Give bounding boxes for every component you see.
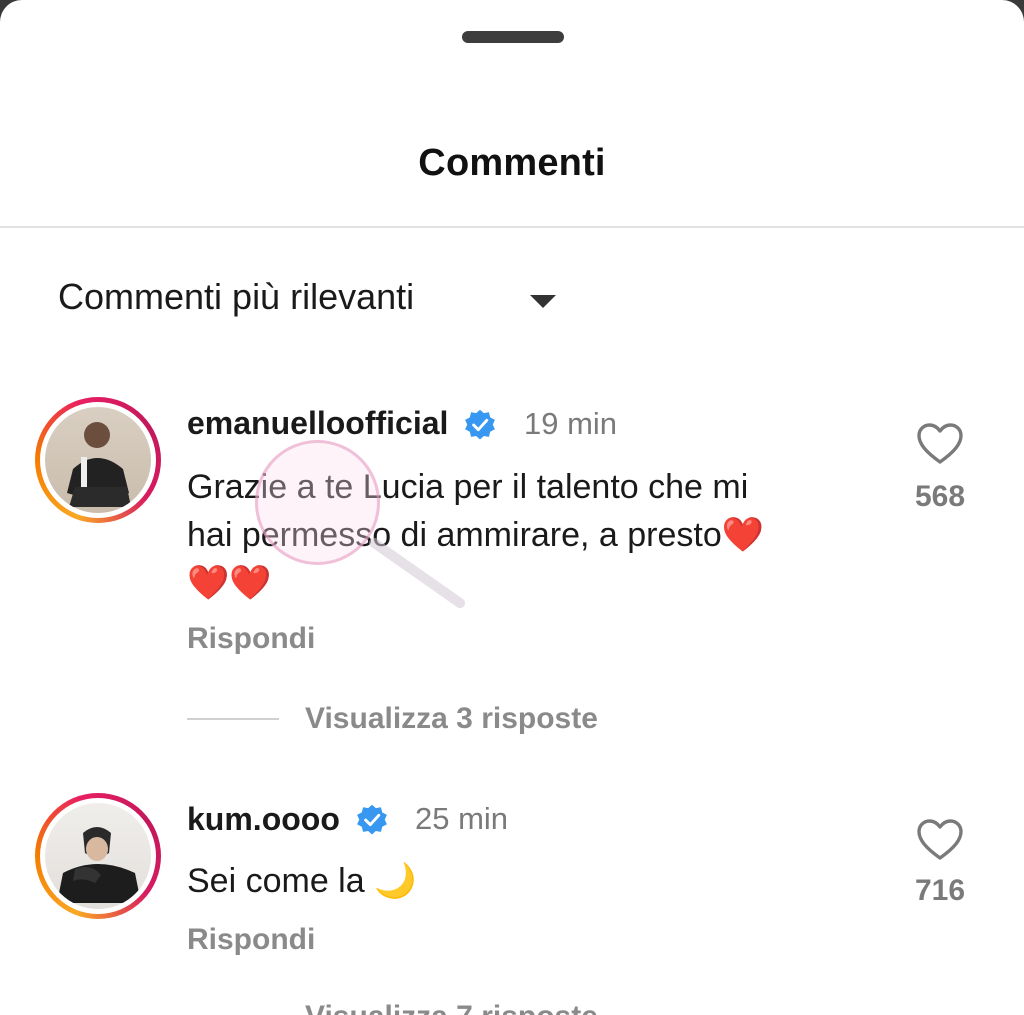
avatar	[45, 803, 151, 909]
comment-text-line-2-text: hai permesso di ammirare, a presto	[187, 516, 722, 554]
comment-time: 25 min	[415, 801, 509, 836]
sort-label: Commenti più rilevanti	[58, 276, 415, 317]
comment-username[interactable]: emanuelloofficial	[187, 405, 448, 442]
like-count: 568	[914, 480, 966, 513]
sort-dropdown[interactable]: Commenti più rilevanti	[58, 276, 556, 318]
view-replies-label: Visualizza 3 risposte	[305, 702, 598, 735]
comment-text-line-2: hai permesso di ammirare, a presto❤️	[187, 511, 867, 559]
avatar-story-ring[interactable]	[35, 397, 161, 523]
verified-badge-icon	[357, 804, 387, 835]
view-replies-button[interactable]: Visualizza 3 risposte	[187, 702, 598, 736]
view-replies-label: Visualizza 7 risposte	[305, 1000, 598, 1015]
moon-emoji: 🌙	[374, 862, 417, 900]
avatar	[45, 407, 151, 513]
comment-time: 19 min	[524, 406, 618, 441]
verified-badge-icon	[465, 409, 495, 440]
comments-sheet: Commenti Commenti più rilevanti emanuell…	[0, 0, 1024, 1015]
comment-username[interactable]: kum.oooo	[187, 801, 340, 838]
drag-handle[interactable]	[462, 31, 564, 43]
heart-emoji-line: ❤️❤️	[187, 564, 272, 602]
view-replies-button[interactable]: Visualizza 7 risposte	[187, 1000, 598, 1015]
header-divider	[0, 226, 1024, 228]
like-button[interactable]	[912, 422, 968, 466]
like-button[interactable]	[912, 818, 968, 862]
heart-outline-icon	[917, 819, 963, 860]
comment-text-body: Sei come la	[187, 862, 365, 900]
avatar-story-ring[interactable]	[35, 793, 161, 919]
like-count: 716	[914, 874, 966, 907]
heart-emoji: ❤️	[721, 516, 765, 554]
sheet-title: Commenti	[418, 142, 606, 184]
reply-button[interactable]: Rispondi	[187, 923, 315, 957]
comment-text-line-1: Grazie a te Lucia per il talento che mi	[187, 468, 749, 506]
comment-text: Grazie a te Lucia per il talento che mi …	[187, 463, 867, 607]
comment-text: Sei come la 🌙	[187, 857, 867, 905]
reply-button[interactable]: Rispondi	[187, 622, 315, 656]
replies-divider-line	[187, 718, 279, 720]
heart-outline-icon	[917, 423, 963, 464]
chevron-down-icon	[530, 295, 556, 308]
